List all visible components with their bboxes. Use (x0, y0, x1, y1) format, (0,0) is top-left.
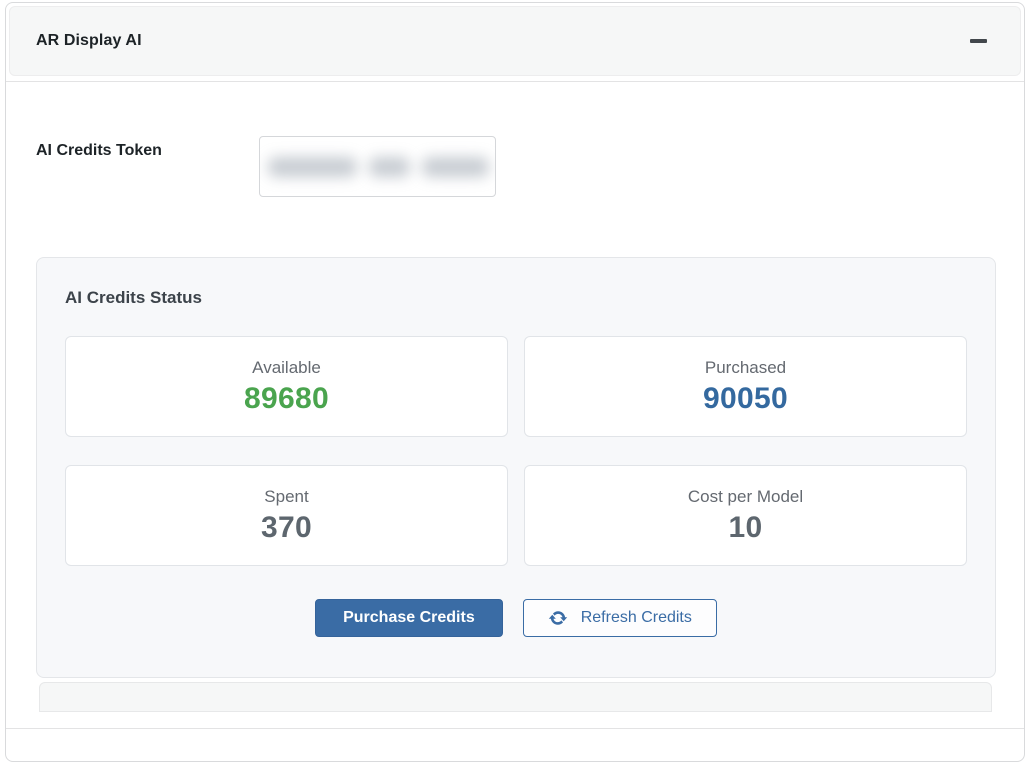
ai-credits-status-panel: AI Credits Status Available 89680 Purcha… (36, 257, 996, 678)
stat-value: 10 (729, 511, 763, 545)
stat-label: Available (252, 358, 321, 378)
stat-card-cost-per-model: Cost per Model 10 (524, 465, 967, 566)
stat-value: 370 (261, 511, 312, 545)
stat-card-spent: Spent 370 (65, 465, 508, 566)
section-title: AR Display AI (36, 32, 142, 50)
token-field-label: AI Credits Token (36, 136, 259, 160)
stat-card-available: Available 89680 (65, 336, 508, 437)
stat-label: Spent (264, 487, 308, 507)
token-field-row: AI Credits Token (36, 136, 995, 197)
accordion-header-ar-display-ai[interactable]: AR Display AI (9, 6, 1021, 76)
status-panel-title: AI Credits Status (65, 288, 967, 308)
settings-container: AR Display AI AI Credits Token AI Credit… (5, 2, 1025, 762)
next-accordion-header[interactable] (39, 682, 992, 712)
collapse-button[interactable] (960, 23, 996, 59)
stats-grid: Available 89680 Purchased 90050 Spent 37… (65, 336, 967, 566)
stat-value: 89680 (244, 382, 329, 416)
blurred-token-segment (268, 157, 357, 177)
stat-value: 90050 (703, 382, 788, 416)
minus-icon (970, 39, 987, 43)
refresh-credits-button[interactable]: Refresh Credits (523, 599, 717, 637)
ai-credits-token-input[interactable] (259, 136, 496, 197)
refresh-button-label: Refresh Credits (581, 609, 692, 627)
blurred-token-segment (369, 157, 410, 177)
stat-label: Cost per Model (688, 487, 803, 507)
refresh-icon (548, 608, 568, 628)
stat-card-purchased: Purchased 90050 (524, 336, 967, 437)
stat-label: Purchased (705, 358, 786, 378)
blurred-token-segment (422, 157, 489, 177)
purchase-credits-button[interactable]: Purchase Credits (315, 599, 503, 637)
credits-buttons-row: Purchase Credits Refresh Credits (65, 599, 967, 637)
section-body: AI Credits Token AI Credits Status Avail… (6, 81, 1024, 729)
